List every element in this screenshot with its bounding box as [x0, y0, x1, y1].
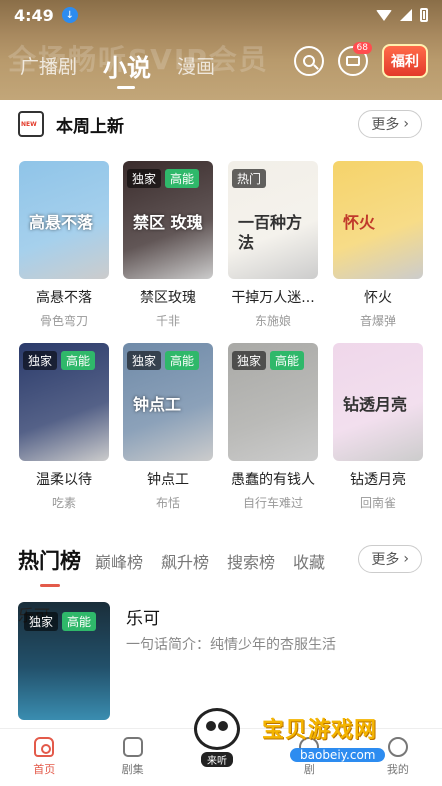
tab-favorite-rank[interactable]: 收藏 [293, 549, 325, 573]
message-badge: 68 [352, 42, 372, 54]
book-cover[interactable]: 高悬不落 [19, 161, 109, 279]
nav-series[interactable]: 剧集 [88, 729, 176, 786]
book-tag: 独家 [232, 351, 267, 370]
search-icon [303, 55, 315, 67]
book-cover[interactable]: 怀火 [333, 161, 423, 279]
watermark-url: baobeiy.com [290, 748, 386, 762]
listen-float-button[interactable]: 来听 [186, 708, 248, 778]
weekly-more-button[interactable]: 更多 › [358, 110, 422, 138]
book-tag: 高能 [61, 351, 96, 370]
tag-high-energy: 高能 [62, 612, 97, 631]
book-cover-text: 高悬不落 [29, 213, 94, 232]
book-title[interactable]: 钟点工 [123, 469, 213, 489]
book-cover[interactable]: 钻透月亮 [333, 343, 423, 461]
mail-icon [346, 56, 360, 66]
nav-home[interactable]: 首页 [0, 729, 88, 786]
message-button[interactable]: 68 [338, 42, 372, 76]
weekly-section-header: 本周上新 [18, 111, 124, 137]
book-cover-text: 钻透月亮 [343, 395, 408, 414]
tab-peak-rank[interactable]: 巅峰榜 [95, 549, 143, 573]
welfare-button[interactable]: 福利 [382, 44, 428, 78]
book-title[interactable]: 怀火 [333, 287, 423, 307]
weekly-title: 本周上新 [56, 116, 124, 137]
ranking-more-label: 更多 [371, 552, 400, 568]
nav-series-label: 剧集 [121, 763, 144, 776]
status-time: 4:49 [14, 5, 54, 25]
book-tag: 高能 [270, 351, 305, 370]
book-tag: 独家 [23, 351, 58, 370]
book-title[interactable]: 钻透月亮 [333, 469, 423, 489]
tab-novel[interactable]: 小说 [103, 48, 151, 89]
chevron-right-icon: › [403, 116, 409, 132]
book-author: 骨色弯刀 [39, 314, 88, 328]
tab-rising-rank[interactable]: 飙升榜 [161, 549, 209, 573]
tag-exclusive: 独家 [24, 612, 59, 631]
featured-book-title[interactable]: 乐可 [126, 604, 160, 629]
listen-label: 来听 [201, 752, 233, 767]
battery-icon [420, 8, 428, 22]
wifi-icon [376, 9, 392, 21]
home-icon [34, 737, 55, 757]
book-author: 东施娘 [254, 314, 291, 328]
search-button[interactable] [294, 46, 324, 76]
frog-headphone-icon [194, 708, 240, 750]
series-icon [122, 737, 143, 757]
book-cover-text: 一百种方法 [238, 213, 303, 252]
weekly-more-label: 更多 [371, 117, 400, 133]
book-title[interactable]: 愚蠢的有钱人 [228, 469, 318, 489]
book-tag: 高能 [165, 351, 200, 370]
download-icon: ↓ [61, 7, 78, 23]
book-card[interactable]: 独家 高能愚蠢的有钱人自行车难过 [228, 343, 318, 511]
status-bar: 4:49 ↓ [0, 0, 442, 30]
book-card[interactable]: 独家 高能 钟点工 钟点工 布恬 [123, 343, 213, 511]
book-cover[interactable]: 热门一百种方法 [228, 161, 318, 279]
book-tag: 热门 [232, 169, 267, 188]
book-title[interactable]: 温柔以待 [19, 469, 109, 489]
book-card[interactable]: 独家 高能禁区 玫瑰禁区玫瑰千非 [123, 161, 213, 329]
book-author: 回南雀 [359, 496, 396, 510]
book-card[interactable]: 钻透月亮 钻透月亮 回南雀 [333, 343, 423, 511]
tab-hot-rank[interactable]: 热门榜 [18, 545, 81, 587]
tab-comic[interactable]: 漫画 [177, 52, 215, 79]
book-card[interactable]: 怀火 怀火 音爆弹 [333, 161, 423, 329]
book-cover[interactable]: 独家 高能 [228, 343, 318, 461]
book-cover[interactable]: 独家 高能禁区 玫瑰 [123, 161, 213, 279]
book-cover[interactable]: 独家 高能钟点工 [123, 343, 213, 461]
header-banner: 全场畅听SVIP会员 4:49 ↓ 广播剧 小说 漫画 68 福利 [0, 0, 442, 100]
book-tag: 独家 [127, 351, 162, 370]
book-card[interactable]: 热门一百种方法干掉万人迷... 东施娘 [228, 161, 318, 329]
tab-search-rank[interactable]: 搜索榜 [227, 549, 275, 573]
tab-radio-drama[interactable]: 广播剧 [20, 52, 77, 79]
book-author: 音爆弹 [359, 314, 396, 328]
book-cover-text: 禁区 玫瑰 [133, 213, 203, 232]
ranking-tabs: 热门榜 巅峰榜 飙升榜 搜索榜 收藏 [18, 545, 343, 587]
signal-icon [400, 9, 412, 21]
featured-book-desc: 一句话简介：纯情少年的杏服生活 [126, 637, 336, 653]
book-author: 布恬 [155, 496, 180, 510]
book-tag: 高能 [165, 169, 200, 188]
book-card[interactable]: 独家 高能温柔以待吃素 [19, 343, 109, 511]
book-cover-text: 钟点工 [133, 395, 182, 414]
book-tag: 独家 [127, 169, 162, 188]
ranking-more-button[interactable]: 更多 › [358, 545, 422, 573]
book-title[interactable]: 高悬不落 [19, 287, 109, 307]
nav-home-label: 首页 [33, 763, 56, 776]
watermark-title: 宝贝游戏网 [262, 718, 378, 743]
book-card[interactable]: 高悬不落 高悬不落 骨色弯刀 [19, 161, 109, 329]
book-title[interactable]: 干掉万人迷... [228, 287, 318, 307]
book-cover-text: 怀火 [343, 213, 376, 232]
chevron-right-icon: › [403, 551, 409, 567]
book-author: 千非 [155, 314, 180, 328]
book-author: 吃素 [51, 496, 76, 510]
site-watermark: 宝贝游戏网 baobeiy.com [262, 712, 412, 772]
new-book-icon [18, 111, 44, 137]
featured-book-cover[interactable]: 独家 高能 乐可 [18, 602, 110, 720]
book-title[interactable]: 禁区玫瑰 [123, 287, 213, 307]
book-cover[interactable]: 独家 高能 [19, 343, 109, 461]
book-author: 自行车难过 [242, 496, 303, 510]
